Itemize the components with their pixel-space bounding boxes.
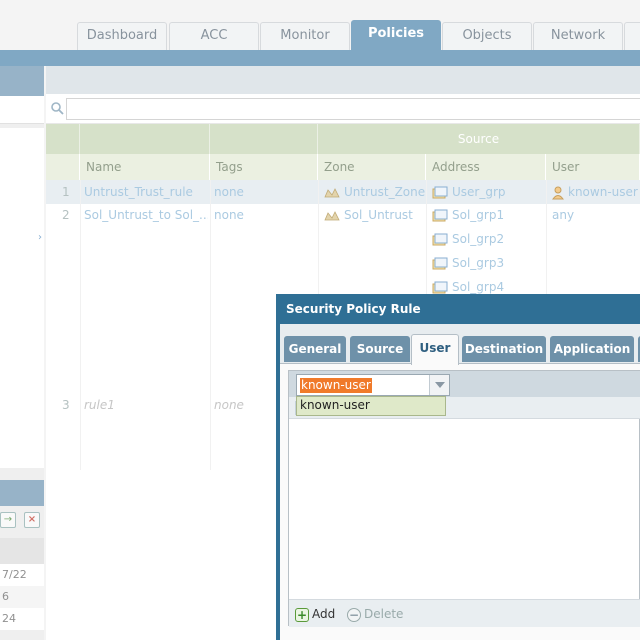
filter-input[interactable] <box>66 98 640 120</box>
left-sidebar: › → × 7/22 6 24 <box>0 66 44 640</box>
tab-general[interactable]: General <box>284 336 346 362</box>
column-header-address[interactable]: Address <box>426 154 546 180</box>
delete-button[interactable]: − Delete <box>347 606 403 622</box>
tab-acc[interactable]: ACC <box>169 22 259 50</box>
column-header-name[interactable]: Name <box>80 154 210 180</box>
rule-name-link[interactable]: Untrust_Trust_rule <box>80 181 208 203</box>
tab-policies[interactable]: Policies <box>351 20 441 50</box>
rule-zone[interactable]: Sol_Untrust <box>320 204 426 226</box>
address-group-icon <box>432 281 448 293</box>
tree-expander-icon[interactable]: › <box>38 232 42 243</box>
tab-dashboard[interactable]: Dashboard <box>77 22 167 50</box>
rule-name-link[interactable]: Sol_Untrust_to Sol_... <box>80 204 208 226</box>
tab-destination[interactable]: Destination <box>462 336 546 362</box>
sidebar-search[interactable] <box>0 96 44 124</box>
column-header-tags[interactable]: Tags <box>210 154 318 180</box>
tab-application[interactable]: Application <box>550 336 634 362</box>
user-combo-box[interactable]: known-user <box>296 374 450 396</box>
rule-address[interactable]: User_grp <box>428 181 546 203</box>
column-header-user[interactable]: User <box>546 154 640 180</box>
tab-user[interactable]: User <box>411 334 459 365</box>
rule-address-label: User_grp <box>452 185 506 199</box>
rule-address-label: Sol_grp2 <box>452 232 505 246</box>
zone-icon <box>324 210 340 220</box>
user-list-footer: + Add − Delete <box>289 599 640 627</box>
sidebar-panel-header <box>0 480 44 506</box>
rule-zone-label: Untrust_Zone <box>344 185 426 199</box>
tab-more[interactable] <box>624 22 640 50</box>
dialog-tab-bar: General Source User Destination Applicat… <box>280 324 640 365</box>
sidebar-row[interactable]: 7/22 <box>0 564 44 586</box>
sidebar-row[interactable]: 24 <box>0 608 44 630</box>
move-icon[interactable]: → <box>0 512 16 528</box>
rule-tags: none <box>214 185 244 199</box>
tab-objects[interactable]: Objects <box>442 22 532 50</box>
group-header-blank <box>80 124 210 154</box>
rule-address[interactable]: Sol_grp1 <box>428 204 546 226</box>
rule-address[interactable]: Sol_grp3 <box>428 252 546 274</box>
address-group-icon <box>432 257 448 269</box>
filter-bar <box>46 94 640 124</box>
rule-zone[interactable]: Untrust_Zone <box>320 181 426 203</box>
group-header-source: Source <box>318 124 640 154</box>
rule-address-label: Sol_grp3 <box>452 256 505 270</box>
address-group-icon <box>432 233 448 245</box>
address-group-icon <box>432 209 448 221</box>
add-button[interactable]: + Add <box>295 606 335 622</box>
rule-user[interactable]: any <box>548 204 574 226</box>
sidebar-row[interactable]: 6 <box>0 586 44 608</box>
user-combo-input[interactable]: known-user <box>300 378 372 393</box>
security-policy-rule-dialog: Security Policy Rule General Source User… <box>276 294 640 640</box>
user-icon <box>552 186 564 199</box>
column-header-zone[interactable]: Zone <box>318 154 426 180</box>
rule-zone-label: Sol_Untrust <box>344 208 413 222</box>
search-icon <box>51 102 64 115</box>
delete-x-icon[interactable]: × <box>24 512 40 528</box>
dialog-body: General Source User Destination Applicat… <box>280 324 640 640</box>
rule-user[interactable]: known-user <box>548 181 640 203</box>
nav-underline-bar <box>0 50 640 66</box>
group-header-blank <box>210 124 318 154</box>
column-header-number[interactable] <box>46 154 80 180</box>
rule-name-link[interactable]: rule1 <box>80 394 115 416</box>
tab-network[interactable]: Network <box>533 22 623 50</box>
dropdown-option[interactable]: known-user <box>300 398 370 412</box>
top-nav: Dashboard ACC Monitor Policies Objects N… <box>0 0 640 50</box>
tab-source[interactable]: Source <box>350 336 410 362</box>
rule-address-label: Sol_grp1 <box>452 208 505 222</box>
sidebar-column-header <box>0 538 44 564</box>
add-icon: + <box>295 607 309 622</box>
row-number: 2 <box>62 208 70 222</box>
rule-address[interactable]: Sol_grp2 <box>428 228 546 250</box>
add-label: Add <box>312 607 336 621</box>
chevron-down-icon[interactable] <box>429 375 449 395</box>
dialog-title: Security Policy Rule <box>286 302 421 316</box>
sidebar-tree[interactable]: › <box>0 128 44 468</box>
group-header-blank <box>46 124 80 154</box>
delete-label: Delete <box>364 607 404 621</box>
tab-monitor[interactable]: Monitor <box>260 22 350 50</box>
user-dropdown-list: known-user <box>296 396 446 416</box>
sidebar-header <box>0 66 44 96</box>
row-number: 1 <box>62 185 70 199</box>
rule-address-label: Sol_grp4 <box>452 280 505 294</box>
address-group-icon <box>432 186 448 198</box>
row-number: 3 <box>62 398 70 412</box>
rule-tags: none <box>214 208 244 222</box>
delete-icon: − <box>347 607 361 622</box>
rule-tags: none <box>214 398 244 412</box>
panel-header <box>46 66 640 94</box>
rule-user-label: known-user <box>568 185 638 199</box>
zone-icon <box>324 187 340 197</box>
